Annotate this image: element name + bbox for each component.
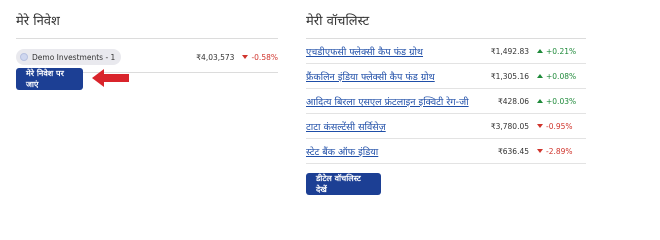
- watchlist-row: स्टेट बैंक ऑफ इंडिया ₹636.45 -2.89%: [306, 139, 586, 164]
- investments-divider: [16, 38, 278, 39]
- watchlist-fund-link[interactable]: स्टेट बैंक ऑफ इंडिया: [306, 145, 378, 158]
- watchlist-price: ₹428.06: [497, 96, 529, 106]
- investments-title: मेरे निवेश: [16, 14, 60, 29]
- watchlist-price: ₹3,780.05: [490, 121, 529, 131]
- watchlist-change: -2.89%: [546, 146, 573, 156]
- watchlist-price: ₹636.45: [497, 146, 529, 156]
- investment-account-pill[interactable]: Demo Investments - 1: [16, 49, 122, 65]
- watchlist-fund-link[interactable]: फ्रैंकलिन इंडिया फ्लेक्सी कैप फंड ग्रोथ: [306, 70, 435, 83]
- watchlist-change: +0.21%: [546, 46, 577, 56]
- watchlist-change: -0.95%: [546, 121, 573, 131]
- watchlist-row: आदित्य बिरला एसएल फ्रंटलाइन इक्विटी रेग-…: [306, 89, 586, 114]
- go-to-investments-button[interactable]: मेरे निवेश पर जाएं: [16, 68, 83, 90]
- my-watchlist-panel: मेरी वॉचलिस्ट एचडीएफसी फ्लेक्सी कैप फंड …: [306, 0, 586, 195]
- triangle-down-icon: [537, 124, 543, 128]
- watchlist-row: एचडीएफसी फ्लेक्सी कैप फंड ग्रोथ ₹1,492.8…: [306, 39, 586, 64]
- watchlist-price: ₹1,305.16: [490, 71, 529, 81]
- triangle-up-icon: [537, 49, 543, 53]
- triangle-up-icon: [537, 99, 543, 103]
- watchlist-fund-link[interactable]: टाटा कंसल्टेंसी सर्विसेज़: [306, 120, 386, 133]
- triangle-down-icon: [537, 149, 543, 153]
- watchlist-change: +0.03%: [546, 96, 577, 106]
- watchlist-price: ₹1,492.83: [490, 46, 529, 56]
- watchlist-change: +0.08%: [546, 71, 577, 81]
- watchlist-title: मेरी वॉचलिस्ट: [306, 14, 370, 29]
- account-dot-icon: [20, 53, 28, 61]
- watchlist-fund-link[interactable]: एचडीएफसी फ्लेक्सी कैप फंड ग्रोथ: [306, 45, 423, 58]
- investment-change: -0.58%: [251, 52, 278, 62]
- investment-account-name: Demo Investments - 1: [32, 52, 116, 62]
- triangle-up-icon: [537, 74, 543, 78]
- my-investments-panel: मेरे निवेश Demo Investments - 1 ₹4,03,57…: [16, 0, 278, 90]
- view-detail-watchlist-button[interactable]: डीटेल वॉचलिस्ट देखें: [306, 173, 381, 195]
- investment-value: ₹4,03,573: [196, 52, 235, 62]
- investment-row[interactable]: Demo Investments - 1 ₹4,03,573 -0.58%: [16, 44, 278, 70]
- triangle-down-icon: [242, 55, 249, 59]
- watchlist-fund-link[interactable]: आदित्य बिरला एसएल फ्रंटलाइन इक्विटी रेग-…: [306, 95, 469, 108]
- left-arrow-icon: [92, 69, 129, 87]
- watchlist-row: फ्रैंकलिन इंडिया फ्लेक्सी कैप फंड ग्रोथ …: [306, 64, 586, 89]
- watchlist-row: टाटा कंसल्टेंसी सर्विसेज़ ₹3,780.05 -0.9…: [306, 114, 586, 139]
